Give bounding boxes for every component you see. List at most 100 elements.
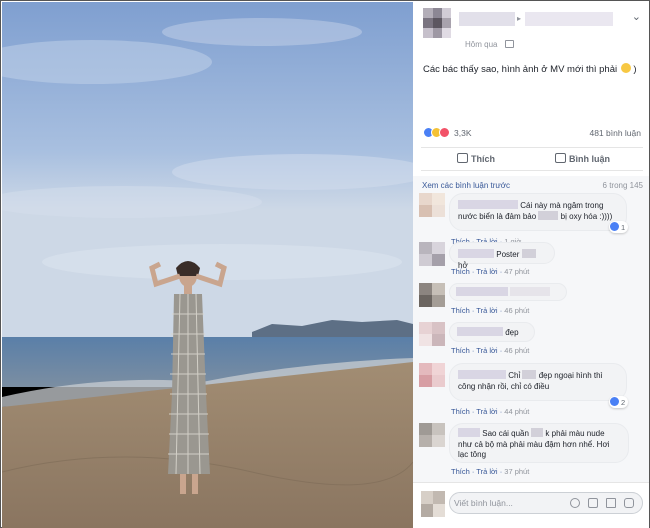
- comments-section: Xem các bình luận trước 6 trong 145 Cái …: [413, 176, 649, 482]
- comment-reply-link[interactable]: Trả lời: [476, 306, 497, 315]
- commenter-avatar[interactable]: [419, 193, 445, 217]
- comment-text: như cả bộ mà phải màu đậm hơn nhể. Hơi: [458, 439, 610, 449]
- commenter-avatar[interactable]: [419, 322, 445, 346]
- censored-text: [521, 249, 536, 258]
- comment-text: lạc tông: [458, 450, 487, 459]
- comment-time[interactable]: 47 phút: [504, 267, 529, 276]
- comment-bubble: Chỉ đẹp ngoại hình thì công nhận rồi, ch…: [449, 363, 627, 401]
- comment-reply-link[interactable]: Trả lời: [476, 407, 497, 416]
- comment-time[interactable]: 37 phút: [504, 467, 529, 476]
- commenter-name-censored[interactable]: [456, 287, 508, 296]
- post-stats: 3,3K 481 bình luận: [423, 127, 641, 141]
- comment-time[interactable]: 46 phút: [504, 306, 529, 315]
- comment-count[interactable]: 481 bình luận: [589, 128, 641, 138]
- reaction-count[interactable]: 3,3K: [454, 128, 472, 138]
- comment-input-placeholder: Viết bình luận...: [454, 498, 513, 508]
- post-side-panel: ▸ ⌄ Hôm qua Các bác thấy sao, hình ảnh ở…: [413, 2, 649, 528]
- comment-like-link[interactable]: Thích: [451, 306, 470, 315]
- comment-reply-link[interactable]: Trả lời: [476, 346, 497, 355]
- love-reaction-icon: [439, 127, 450, 138]
- comment-item: Cái này mà ngâm trong nước biển là đảm b…: [419, 193, 643, 237]
- like-reaction-icon: [610, 222, 619, 231]
- sticker-icon[interactable]: [624, 498, 634, 508]
- post-header: ▸ ⌄ Hôm qua: [421, 8, 643, 52]
- comment-reaction-count: 2: [621, 398, 626, 407]
- post-caption: Các bác thấy sao, hình ảnh ở MV mới thì …: [423, 63, 637, 75]
- comment-text: đẹp ngoại hình thì: [538, 371, 603, 380]
- comment-like-link[interactable]: Thích: [451, 467, 470, 476]
- commenter-name-censored[interactable]: [457, 327, 503, 336]
- chevron-down-icon[interactable]: ⌄: [632, 10, 641, 23]
- comment-item: Poster hở: [419, 242, 643, 270]
- comment-icon: [555, 153, 566, 163]
- commenter-name-censored[interactable]: [458, 200, 518, 209]
- comment-button-label: Bình luận: [569, 154, 610, 164]
- comment-item: Chỉ đẹp ngoại hình thì công nhận rồi, ch…: [419, 363, 643, 408]
- like-icon: [457, 153, 468, 163]
- commenter-name-censored[interactable]: [458, 249, 494, 258]
- comment-text: đẹp: [505, 328, 519, 337]
- censored-text: [510, 287, 551, 296]
- commenter-avatar[interactable]: [419, 283, 445, 307]
- comment-actions: Thích · Trả lời · 46 phút: [451, 346, 530, 355]
- commenter-name-censored[interactable]: [458, 370, 506, 379]
- author-name-censored[interactable]: [459, 12, 515, 26]
- comment-like-link[interactable]: Thích: [451, 267, 470, 276]
- post-photo[interactable]: [2, 2, 413, 528]
- comment-bubble: Sao cái quần k phải màu nude như cả bộ m…: [449, 423, 629, 463]
- comment-bubble: Cái này mà ngâm trong nước biển là đảm b…: [449, 193, 627, 231]
- group-name-censored[interactable]: [525, 12, 613, 26]
- censored-text: [531, 428, 544, 437]
- author-avatar[interactable]: [423, 8, 451, 38]
- comment-bubble: Poster hở: [449, 242, 555, 270]
- commenter-avatar[interactable]: [419, 423, 445, 447]
- beach-photo: [2, 2, 413, 528]
- censored-text: [538, 211, 559, 220]
- post-caption-text: Các bác thấy sao, hình ảnh ở MV mới thì …: [423, 64, 618, 75]
- comment-bubble: đẹp: [449, 322, 535, 342]
- comment-reaction-badge[interactable]: 1: [609, 221, 629, 233]
- emoji-icon[interactable]: [570, 498, 580, 508]
- comment-actions: Thích · Trả lời · 46 phút: [451, 306, 530, 315]
- commenter-avatar[interactable]: [419, 242, 445, 266]
- comment-button[interactable]: Bình luận: [555, 153, 610, 164]
- like-button-label: Thích: [471, 154, 495, 164]
- post-time[interactable]: Hôm qua: [465, 40, 497, 49]
- commenter-avatar[interactable]: [419, 363, 445, 387]
- commenter-name-censored[interactable]: [458, 428, 480, 437]
- comments-shown-count: 6 trong 145: [602, 181, 643, 190]
- comment-text: Chỉ: [508, 371, 521, 380]
- comment-time[interactable]: 46 phút: [504, 346, 529, 355]
- comment-composer: Viết bình luận...: [413, 482, 649, 528]
- gif-icon[interactable]: [606, 498, 616, 508]
- comment-text: bị oxy hóa :)))): [560, 212, 613, 221]
- comment-reaction-badge[interactable]: 2: [609, 396, 629, 408]
- comment-reply-link[interactable]: Trả lời: [476, 267, 497, 276]
- current-user-avatar[interactable]: [421, 491, 445, 517]
- screenshot-frame: ▸ ⌄ Hôm qua Các bác thấy sao, hình ảnh ở…: [0, 0, 650, 528]
- smile-emoji-icon: [620, 63, 631, 73]
- comment-text: nước biển là đảm bảo: [458, 212, 537, 221]
- globe-icon: [505, 40, 514, 48]
- comment-like-link[interactable]: Thích: [451, 407, 470, 416]
- comment-input[interactable]: Viết bình luận...: [449, 492, 643, 514]
- post-caption-end: ): [633, 64, 637, 75]
- camera-icon[interactable]: [588, 498, 598, 508]
- like-reaction-icon: [610, 397, 619, 406]
- comment-like-link[interactable]: Thích: [451, 346, 470, 355]
- comment-actions: Thích · Trả lời · 37 phút: [451, 467, 530, 476]
- view-previous-comments-link[interactable]: Xem các bình luận trước: [422, 181, 510, 190]
- like-button[interactable]: Thích: [457, 153, 495, 164]
- comment-text: Poster: [496, 250, 520, 259]
- comment-item: [419, 283, 643, 307]
- comment-actions: Thích · Trả lời · 47 phút: [451, 267, 530, 276]
- comment-time[interactable]: 44 phút: [504, 407, 529, 416]
- comment-reply-link[interactable]: Trả lời: [476, 467, 497, 476]
- comment-text: k phải màu nude: [545, 429, 605, 438]
- comment-reaction-count: 1: [621, 223, 626, 232]
- caret-right-icon: ▸: [517, 14, 522, 23]
- comment-item: đẹp: [419, 322, 643, 346]
- post-action-bar: Thích Bình luận: [421, 147, 643, 171]
- comment-text: Sao cái quần: [482, 429, 529, 438]
- comment-item: Sao cái quần k phải màu nude như cả bộ m…: [419, 423, 643, 471]
